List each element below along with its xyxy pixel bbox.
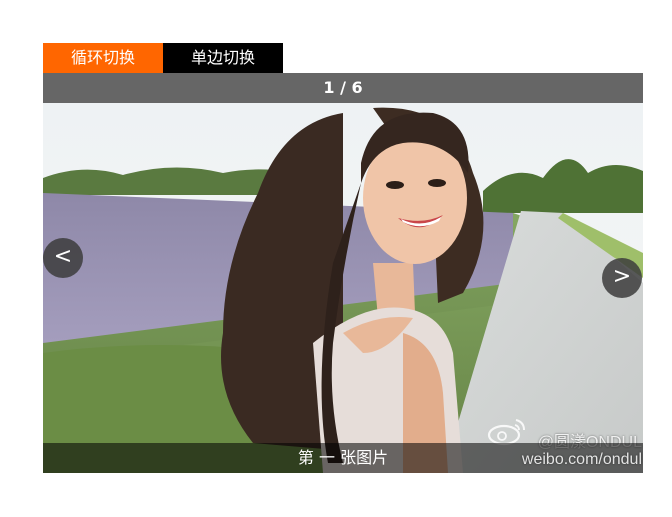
next-slide-button[interactable]: > bbox=[602, 258, 642, 298]
slide-counter: 1 / 6 bbox=[43, 73, 643, 103]
watermark-url: weibo.com/ondul bbox=[521, 451, 642, 468]
slide-image bbox=[43, 103, 643, 473]
mode-tabs: 循环切换 单边切换 bbox=[43, 43, 283, 73]
weibo-icon bbox=[487, 419, 525, 446]
slide-photo bbox=[43, 103, 643, 473]
slideshow-widget: 循环切换 单边切换 1 / 6 < > 第 一 张图片 weibo.com/on… bbox=[0, 0, 672, 517]
prev-slide-button[interactable]: < bbox=[43, 238, 83, 278]
tab-one-way-switch[interactable]: 单边切换 bbox=[163, 43, 283, 73]
tab-loop-switch[interactable]: 循环切换 bbox=[43, 43, 163, 73]
